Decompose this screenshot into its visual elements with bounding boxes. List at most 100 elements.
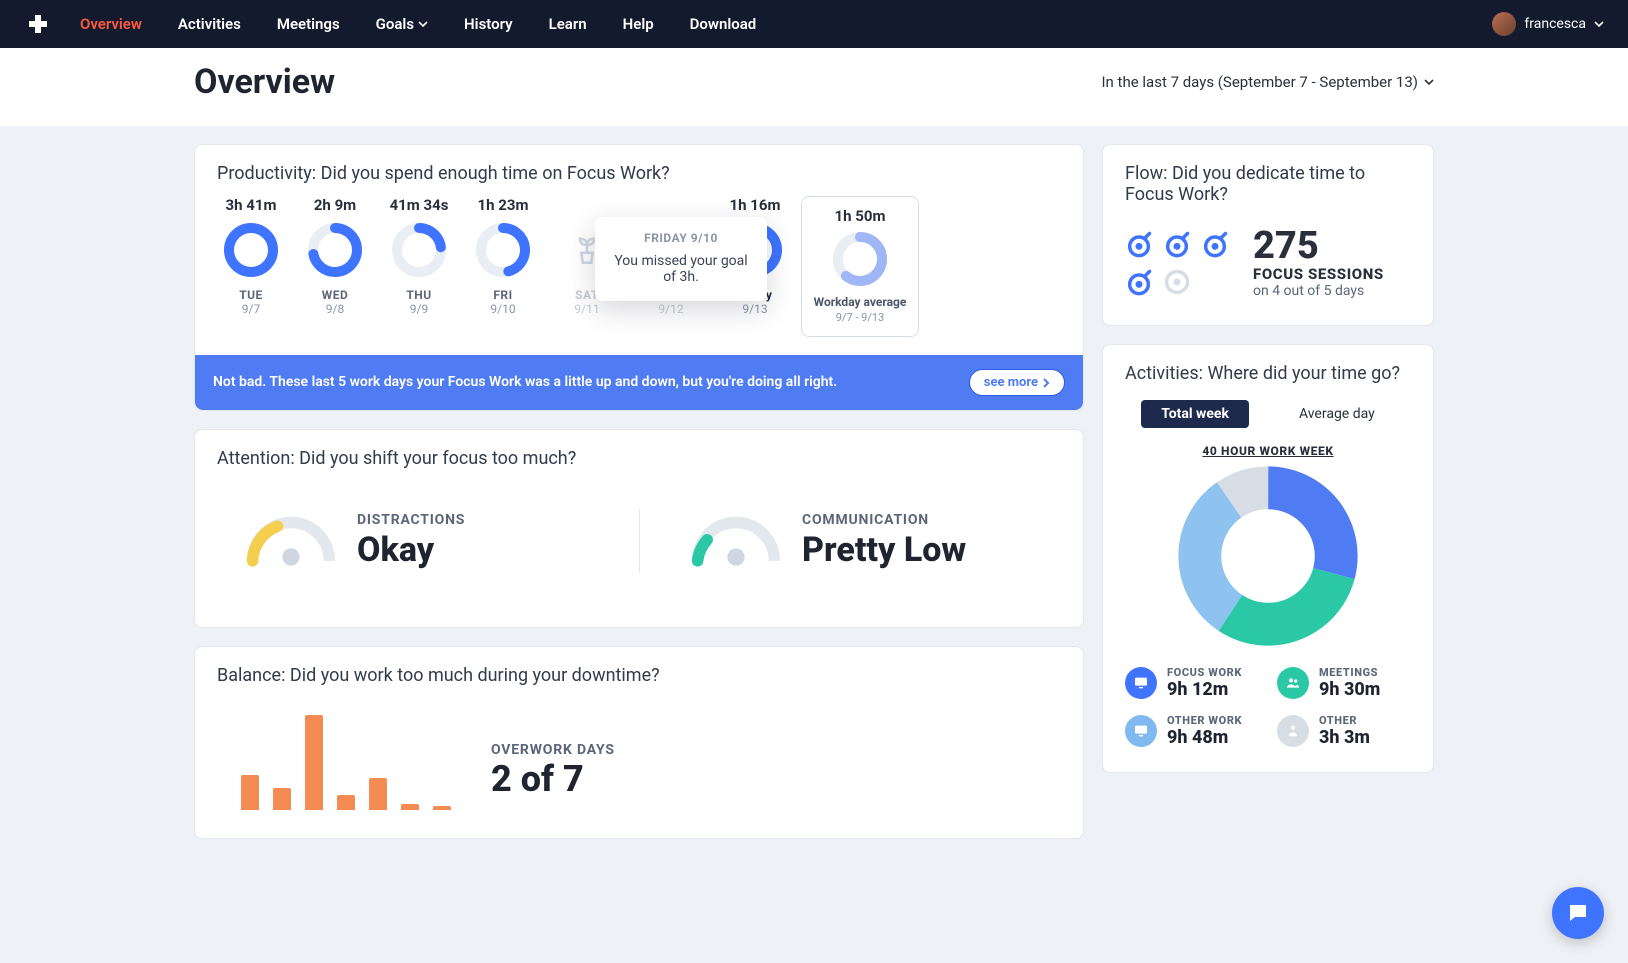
activities-card: Activities: Where did your time go? Tota… [1102,344,1434,773]
nav-activities[interactable]: Activities [178,15,241,33]
chevron-right-icon [1042,378,1050,388]
nav-meetings[interactable]: Meetings [277,15,340,33]
activity-other-work: OTHER WORK9h 48m [1125,714,1259,748]
day-tue[interactable]: 3h 41m TUE9/7 [213,196,289,316]
balance-title: Balance: Did you work too much during yo… [195,647,1083,692]
activities-donut [1178,466,1358,646]
activity-value: 3h 3m [1319,727,1370,748]
nav-overview[interactable]: Overview [80,15,142,33]
nav-learn[interactable]: Learn [549,15,587,33]
day-value: 3h 41m [213,196,289,214]
page-title: Overview [194,62,335,102]
user-name: francesca [1524,16,1586,32]
day-fri[interactable]: 1h 23mFRI9/10 [465,196,541,316]
activities-title: Activities: Where did your time go? [1103,345,1433,390]
day-date: 9/13 [717,302,793,316]
focus-session-sub: on 4 out of 5 days [1253,283,1384,299]
chevron-down-icon [1424,77,1434,87]
monitor-icon [1125,667,1157,699]
tooltip-body: You missed your goal of 3h. [609,253,753,285]
donut-title: 40 HOUR WORK WEEK [1103,444,1433,458]
tab-total-week[interactable]: Total week [1141,400,1249,428]
tooltip-heading: FRIDAY 9/10 [609,231,753,245]
activity-value: 9h 12m [1167,679,1242,700]
target-hit-icon [1125,268,1153,296]
productivity-card: FRIDAY 9/10 You missed your goal of 3h. … [194,144,1084,411]
activity-value: 9h 48m [1167,727,1242,748]
day-date: 9/12 [633,302,709,316]
chat-icon [1566,901,1590,925]
activities-breakdown: FOCUS WORK9h 12m MEETINGS9h 30m OTHER WORK… [1103,666,1433,772]
activity-value: 9h 30m [1319,679,1380,700]
main-content: FRIDAY 9/10 You missed your goal of 3h. … [194,144,1434,839]
help-fab[interactable] [1552,887,1604,939]
progress-ring [832,231,888,287]
nav-help[interactable]: Help [623,15,654,33]
date-range-picker[interactable]: In the last 7 days (September 7 - Septem… [1101,73,1434,91]
progress-ring [307,222,363,278]
chevron-down-icon [418,19,428,29]
day-value: 2h 9m [297,196,373,214]
day-thu[interactable]: 41m 34sTHU9/9 [381,196,457,316]
target-hit-icon [1201,230,1229,258]
flow-targets [1125,230,1229,296]
activity-other: OTHER3h 3m [1277,714,1411,748]
day-date: 9/8 [297,302,373,316]
flow-card: Flow: Did you dedicate time to Focus Wor… [1102,144,1434,326]
overwork-value: 2 of 7 [491,758,615,800]
progress-ring [223,222,279,278]
overwork-bar [305,715,323,810]
workday-average-box: 1h 50mWorkday average9/7 - 9/13 [801,196,919,337]
communication-cell: COMMUNICATION Pretty Low [639,509,1035,573]
day-name: TUE [213,288,289,302]
app-logo [24,10,52,38]
day-date: 9/9 [381,302,457,316]
distractions-value: Okay [357,530,465,570]
overwork-bar [273,788,291,810]
tab-average-day[interactable]: Average day [1279,400,1395,428]
monitor-icon [1125,715,1157,747]
overwork-bars [223,700,451,810]
day-value: 41m 34s [381,196,457,214]
person-icon [1277,715,1309,747]
progress-ring [391,222,447,278]
activity-label: FOCUS WORK [1167,666,1242,679]
top-nav: Overview Activities Meetings Goals History Le… [0,0,1628,48]
nav-goals[interactable]: Goals [376,15,428,33]
communication-label: COMMUNICATION [802,512,966,528]
avatar [1492,12,1516,36]
day-value: 1h 23m [465,196,541,214]
overwork-bar [369,778,387,810]
goal-miss-tooltip: FRIDAY 9/10 You missed your goal of 3h. [595,217,767,301]
focus-session-count: 275 [1253,227,1384,265]
activity-focus-work: FOCUS WORK9h 12m [1125,666,1259,700]
overwork-bar [433,806,451,810]
people-icon [1277,667,1309,699]
progress-ring [475,222,531,278]
see-more-button[interactable]: see more [969,369,1065,396]
activity-meetings: MEETINGS9h 30m [1277,666,1411,700]
day-value [549,196,625,214]
distractions-cell: DISTRACTIONS Okay [243,509,639,573]
day-wed[interactable]: 2h 9mWED9/8 [297,196,373,316]
banner-text: Not bad. These last 5 work days your Foc… [213,373,951,393]
nav-history[interactable]: History [464,15,513,33]
avg-value: 1h 50m [812,207,908,225]
overwork-bar [337,795,355,810]
day-value: 1h 16m [717,196,793,214]
productivity-title: Productivity: Did you spend enough time … [195,145,1083,190]
target-hit-icon [1163,230,1191,258]
attention-card: Attention: Did you shift your focus too … [194,429,1084,628]
balance-card: Balance: Did you work too much during yo… [194,646,1084,839]
focus-session-unit: FOCUS SESSIONS [1253,265,1384,283]
day-date: 9/7 [213,302,289,316]
day-date: 9/10 [465,302,541,316]
avg-range: 9/7 - 9/13 [812,311,908,324]
overwork-bar [401,804,419,810]
activity-label: OTHER WORK [1167,714,1242,727]
nav-download[interactable]: Download [690,15,757,33]
distractions-label: DISTRACTIONS [357,512,465,528]
user-menu[interactable]: francesca [1492,12,1604,36]
activities-tabs: Total week Average day [1103,390,1433,434]
communication-gauge [688,509,784,573]
